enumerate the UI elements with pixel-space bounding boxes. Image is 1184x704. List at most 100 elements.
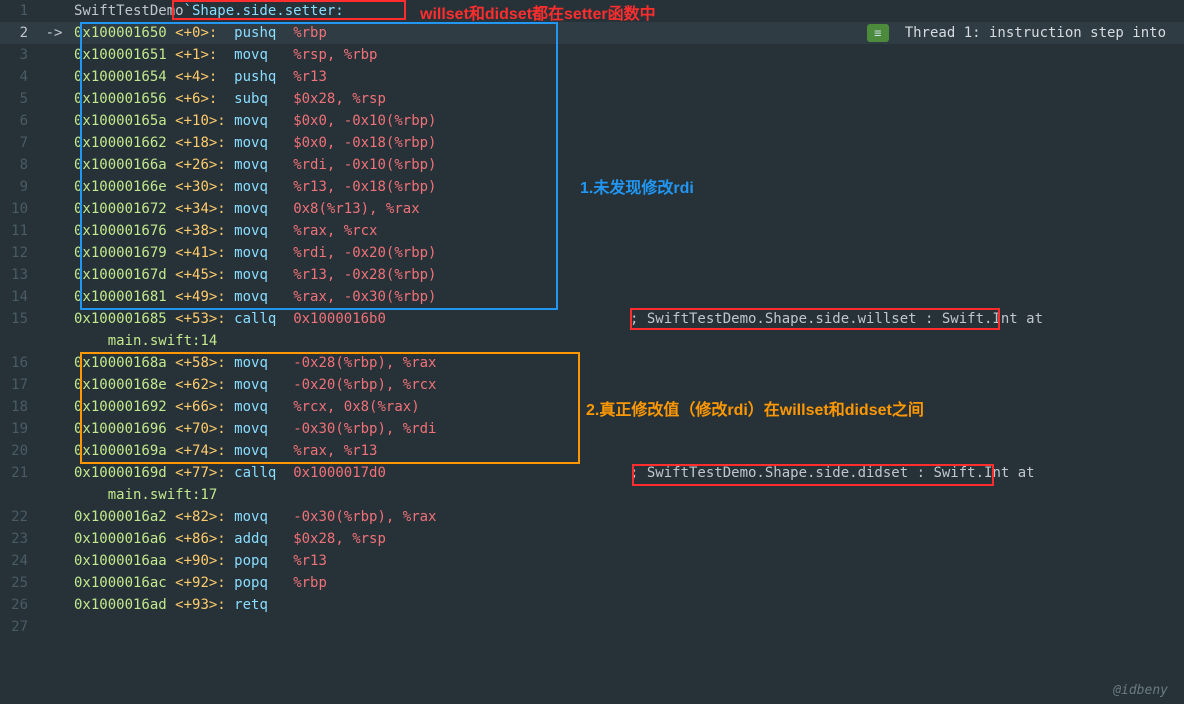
address: 0x100001681	[74, 289, 167, 305]
operands: %r13	[293, 69, 327, 85]
line-number: 27	[0, 616, 34, 638]
code-line-current[interactable]: 2 -> 0x100001650 <+0>: pushq %rbp ≡ Thre…	[0, 22, 1184, 44]
code-line[interactable]: 80x10000166a <+26>: movq %rdi, -0x10(%rb…	[0, 154, 1184, 176]
mnemonic: movq	[234, 179, 268, 195]
operands: %rbp	[293, 575, 327, 591]
code-line[interactable]: 220x1000016a2 <+82>: movq -0x30(%rbp), %…	[0, 506, 1184, 528]
line-number: 1	[0, 0, 34, 22]
offset: <+70>:	[175, 421, 226, 437]
offset: <+38>:	[175, 223, 226, 239]
code-line[interactable]: 200x10000169a <+74>: movq %rax, %r13	[0, 440, 1184, 462]
address: 0x100001672	[74, 201, 167, 217]
mnemonic: subq	[234, 91, 268, 107]
code-line[interactable]: 140x100001681 <+49>: movq %rax, -0x30(%r…	[0, 286, 1184, 308]
code-line[interactable]: 130x10000167d <+45>: movq %r13, -0x28(%r…	[0, 264, 1184, 286]
code-line[interactable]: 100x100001672 <+34>: movq 0x8(%r13), %ra…	[0, 198, 1184, 220]
offset: <+82>:	[175, 509, 226, 525]
line-number: 24	[0, 550, 34, 572]
offset: <+10>:	[175, 113, 226, 129]
offset: <+58>:	[175, 355, 226, 371]
code-line[interactable]: 60x10000165a <+10>: movq $0x0, -0x10(%rb…	[0, 110, 1184, 132]
operands: 0x1000017d0	[293, 465, 386, 481]
code-line[interactable]: 160x10000168a <+58>: movq -0x28(%rbp), %…	[0, 352, 1184, 374]
code-line[interactable]: 70x100001662 <+18>: movq $0x0, -0x18(%rb…	[0, 132, 1184, 154]
offset: <+53>:	[175, 311, 226, 327]
mnemonic: popq	[234, 575, 268, 591]
address: 0x100001650	[74, 25, 167, 41]
mnemonic: movq	[234, 509, 268, 525]
mnemonic: movq	[234, 201, 268, 217]
operands: %rbp	[293, 25, 327, 41]
line-number: 25	[0, 572, 34, 594]
line-number: 8	[0, 154, 34, 176]
thread-badge[interactable]: ≡ Thread 1: instruction step into	[867, 22, 1176, 44]
code-content: 0x100001654 <+4>: pushq %r13	[74, 66, 1184, 88]
line-number: 3	[0, 44, 34, 66]
mnemonic: movq	[234, 289, 268, 305]
mnemonic: callq	[234, 465, 276, 481]
line-number: 23	[0, 528, 34, 550]
address: 0x10000168a	[74, 355, 167, 371]
address: 0x1000016a6	[74, 531, 167, 547]
code-line[interactable]: 190x100001696 <+70>: movq -0x30(%rbp), %…	[0, 418, 1184, 440]
code-line[interactable]: 250x1000016ac <+92>: popq %rbp	[0, 572, 1184, 594]
operands: $0x28, %rsp	[293, 531, 386, 547]
mnemonic: movq	[234, 157, 268, 173]
code-content: 0x100001676 <+38>: movq %rax, %rcx	[74, 220, 1184, 242]
code-line-call-willset[interactable]: 15 0x100001685 <+53>: callq 0x1000016b0;…	[0, 308, 1184, 330]
operands: $0x28, %rsp	[293, 91, 386, 107]
code-line-call-didset[interactable]: 21 0x10000169d <+77>: callq 0x1000017d0;…	[0, 462, 1184, 484]
code-content: 0x1000016aa <+90>: popq %r13	[74, 550, 1184, 572]
line-number: 6	[0, 110, 34, 132]
module-prefix: SwiftTestDemo	[74, 3, 184, 19]
comment-tail: : Swift.Int at	[917, 311, 1043, 327]
comment-willset: SwiftTestDemo.Shape.side.willset	[647, 311, 917, 327]
offset: <+45>:	[175, 267, 226, 283]
line-number: 22	[0, 506, 34, 528]
code-line[interactable]: 180x100001692 <+66>: movq %rcx, 0x8(%rax…	[0, 396, 1184, 418]
offset: <+41>:	[175, 245, 226, 261]
code-line[interactable]: 11 0x100001676 <+38>: movq %rax, %rcx	[0, 220, 1184, 242]
operands: -0x30(%rbp), %rax	[293, 509, 436, 525]
offset: <+26>:	[175, 157, 226, 173]
address: 0x1000016ad	[74, 597, 167, 613]
address: 0x10000165a	[74, 113, 167, 129]
offset: <+6>:	[175, 91, 217, 107]
offset: <+49>:	[175, 289, 226, 305]
code-line[interactable]: 40x100001654 <+4>: pushq %r13	[0, 66, 1184, 88]
address: 0x100001685	[74, 311, 167, 327]
line-number: 11	[0, 220, 34, 242]
line-number: 19	[0, 418, 34, 440]
code-content: 0x100001679 <+41>: movq %rdi, -0x20(%rbp…	[74, 242, 1184, 264]
code-line[interactable]: 50x100001656 <+6>: subq $0x28, %rsp	[0, 88, 1184, 110]
code-content: 0x10000167d <+45>: movq %r13, -0x28(%rbp…	[74, 264, 1184, 286]
hamburger-icon[interactable]: ≡	[867, 24, 889, 42]
operands: %rax, %rcx	[293, 223, 377, 239]
mnemonic: movq	[234, 113, 268, 129]
code-line-continuation: main.swift:17	[0, 484, 1184, 506]
mnemonic: addq	[234, 531, 268, 547]
code-content: 0x100001681 <+49>: movq %rax, -0x30(%rbp…	[74, 286, 1184, 308]
operands: %rax, -0x30(%rbp)	[293, 289, 436, 305]
line-number: 7	[0, 132, 34, 154]
line-number: 12	[0, 242, 34, 264]
code-content: 0x10000166e <+30>: movq %r13, -0x18(%rbp…	[74, 176, 1184, 198]
mnemonic: popq	[234, 553, 268, 569]
line-number: 15	[0, 308, 34, 330]
code-line[interactable]: 90x10000166e <+30>: movq %r13, -0x18(%rb…	[0, 176, 1184, 198]
code-line[interactable]: 23 0x1000016a6 <+86>: addq $0x28, %rsp	[0, 528, 1184, 550]
code-line[interactable]: 170x10000168e <+62>: movq -0x20(%rbp), %…	[0, 374, 1184, 396]
mnemonic: movq	[234, 47, 268, 63]
disassembly-editor: 1 SwiftTestDemo`Shape.side.setter: 2 -> …	[0, 0, 1184, 638]
address: 0x10000167d	[74, 267, 167, 283]
code-content: 0x100001651 <+1>: movq %rsp, %rbp	[74, 44, 1184, 66]
code-line[interactable]: 260x1000016ad <+93>: retq	[0, 594, 1184, 616]
comment-tail: : Swift.Int at	[908, 465, 1034, 481]
code-line[interactable]: 12 0x100001679 <+41>: movq %rdi, -0x20(%r…	[0, 242, 1184, 264]
offset: <+90>:	[175, 553, 226, 569]
code-line[interactable]: 3 0x100001651 <+1>: movq %rsp, %rbp	[0, 44, 1184, 66]
code-content: 0x1000016a6 <+86>: addq $0x28, %rsp	[74, 528, 1184, 550]
operands: 0x8(%r13), %rax	[293, 201, 419, 217]
code-content: 0x100001692 <+66>: movq %rcx, 0x8(%rax)	[74, 396, 1184, 418]
code-line[interactable]: 24 0x1000016aa <+90>: popq %r13	[0, 550, 1184, 572]
